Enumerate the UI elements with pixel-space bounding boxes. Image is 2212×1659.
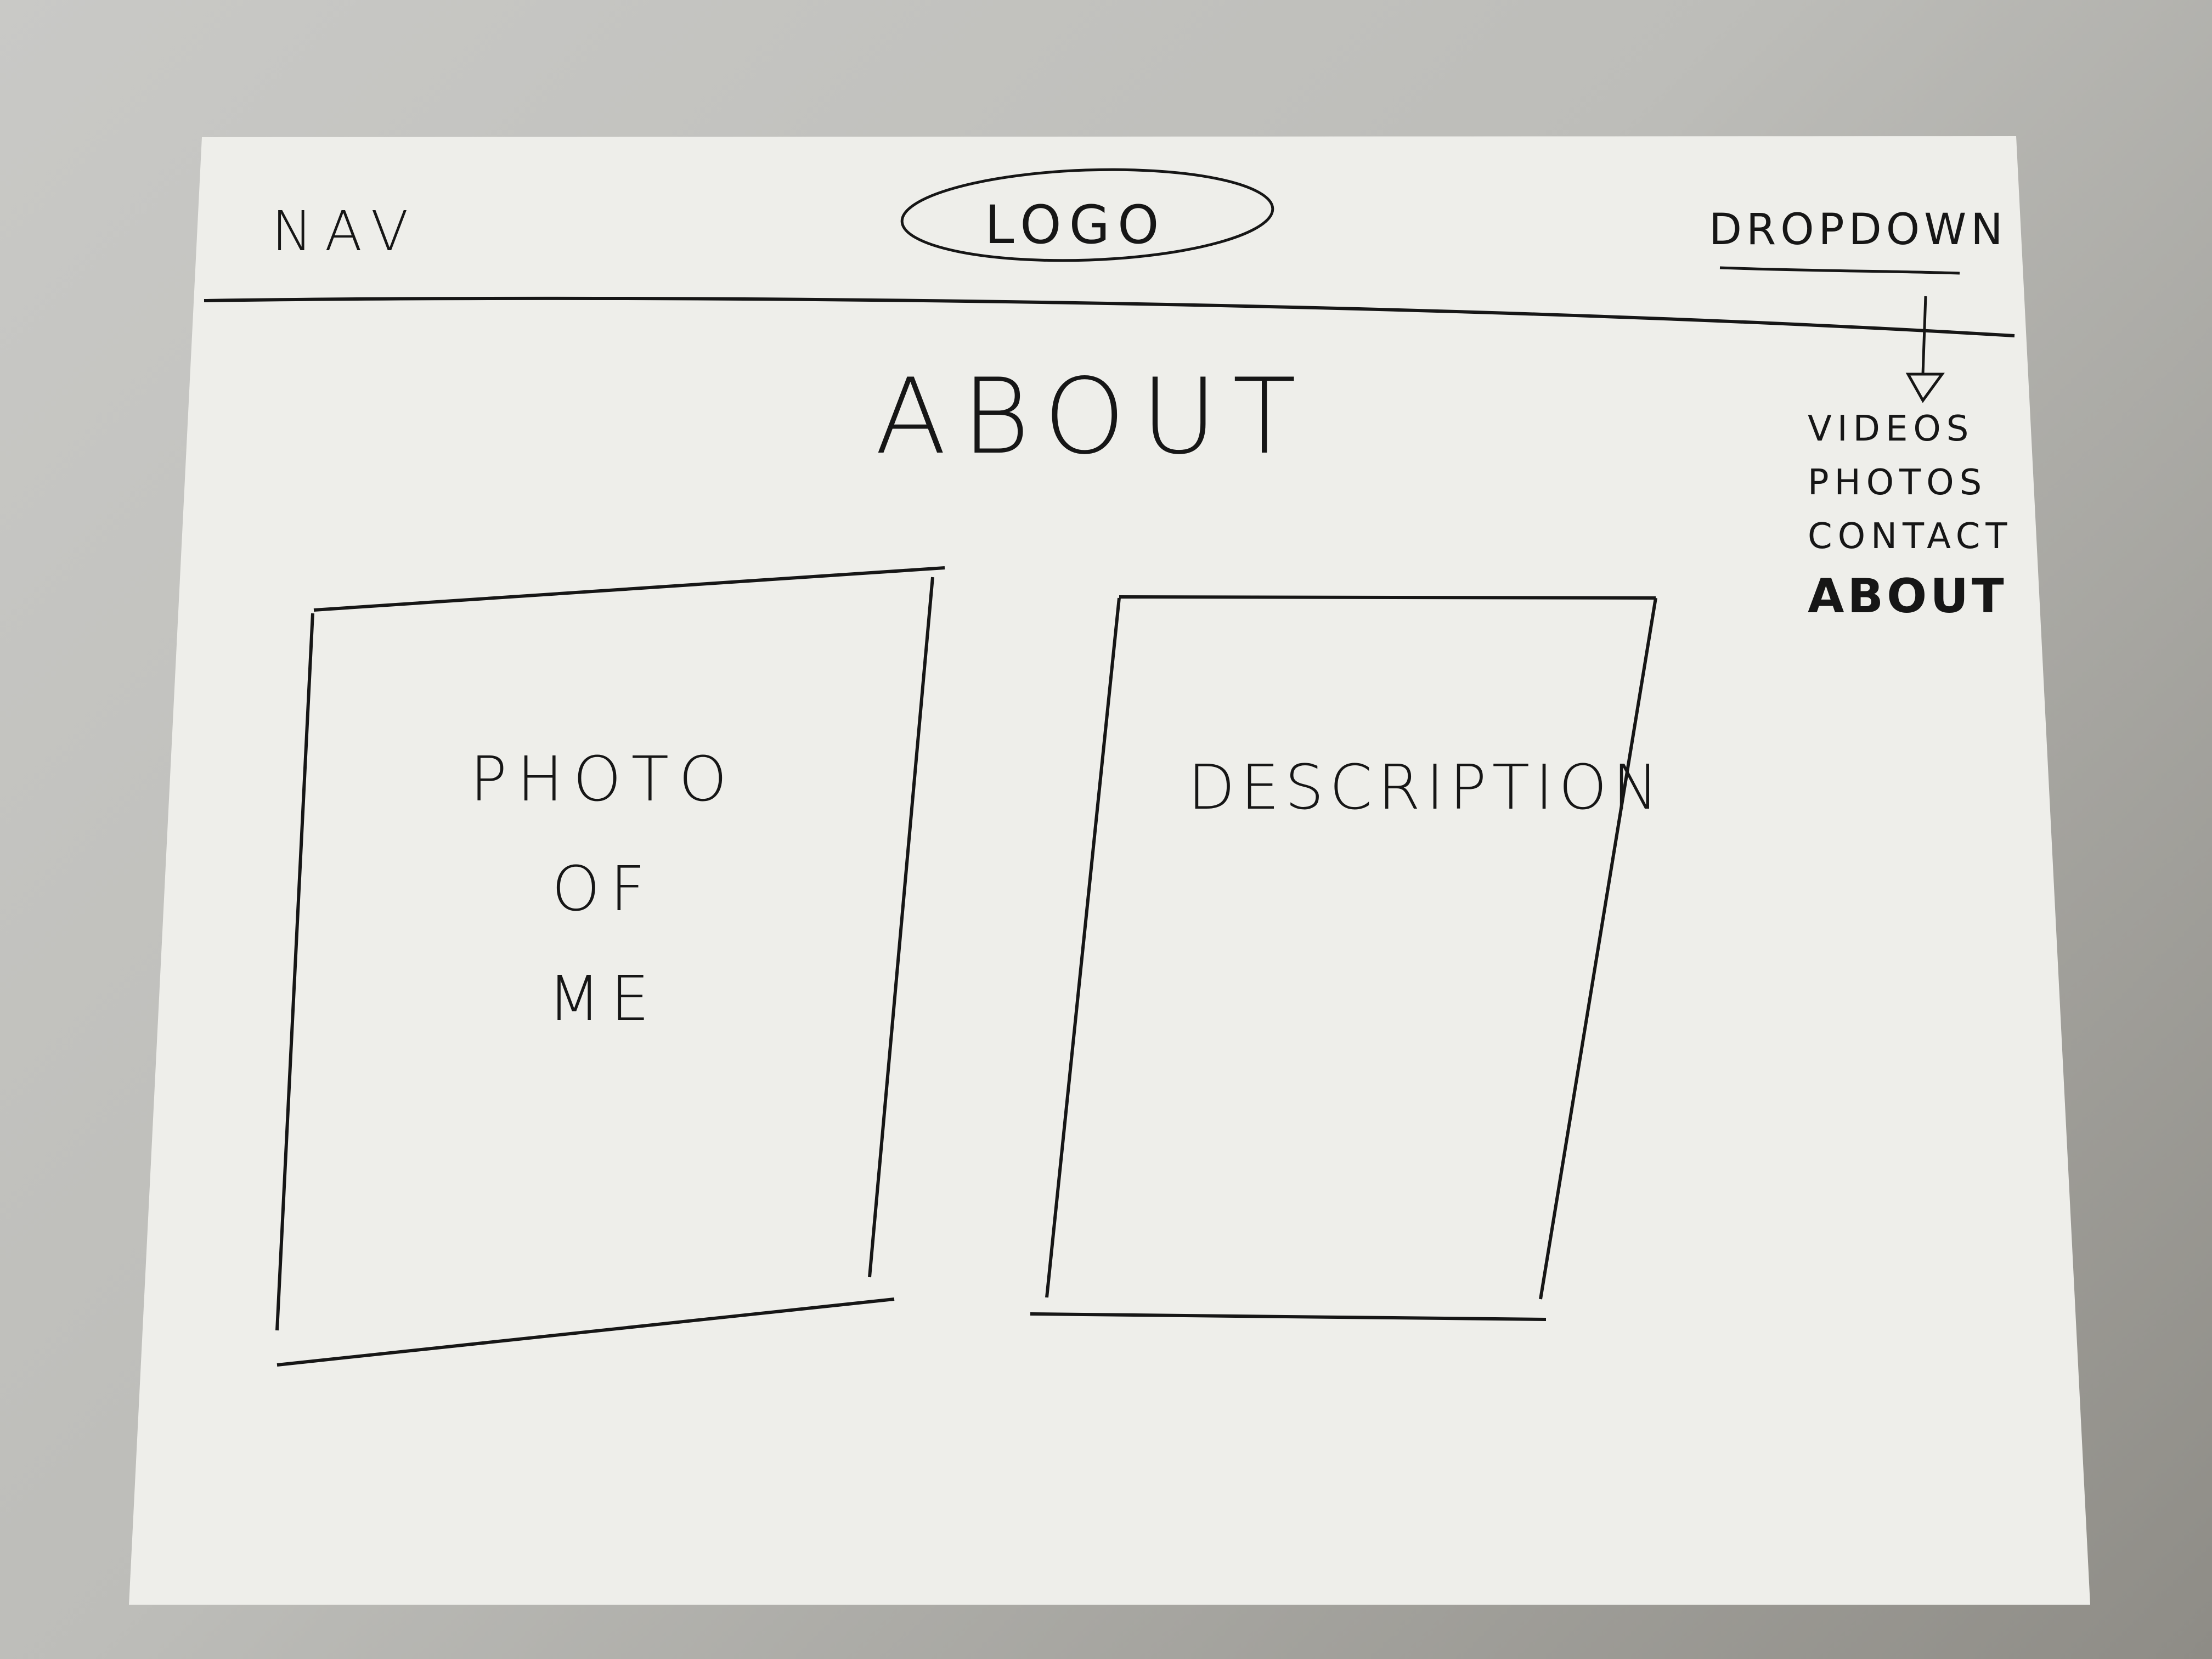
header-divider [204, 296, 2015, 337]
nav-label[interactable]: NAV [272, 204, 420, 259]
menu-item-photos[interactable]: PHOTOS [1808, 465, 2013, 500]
dropdown-toggle[interactable]: DROPDOWN [1709, 208, 2007, 251]
dropdown-arrow-icon [1905, 296, 1945, 403]
photo-placeholder-text: PHOTO OF ME [450, 749, 757, 1078]
menu-item-about[interactable]: ABOUT [1808, 573, 2013, 620]
description-box [1030, 595, 1657, 1321]
menu-item-videos[interactable]: VIDEOS [1808, 411, 2013, 447]
photo-line-3: ME [548, 963, 659, 1035]
menu-item-contact[interactable]: CONTACT [1808, 519, 2013, 554]
photo-line-2: OF [551, 854, 656, 925]
dropdown-underline [1719, 266, 1960, 275]
description-label: DESCRIPTION [1188, 752, 1664, 823]
photo-line-1: PHOTO [470, 744, 737, 815]
page-title: ABOUT [875, 356, 1312, 477]
dropdown-menu: VIDEOS PHOTOS CONTACT ABOUT [1808, 411, 2013, 639]
logo[interactable]: LOGO [985, 199, 1167, 251]
